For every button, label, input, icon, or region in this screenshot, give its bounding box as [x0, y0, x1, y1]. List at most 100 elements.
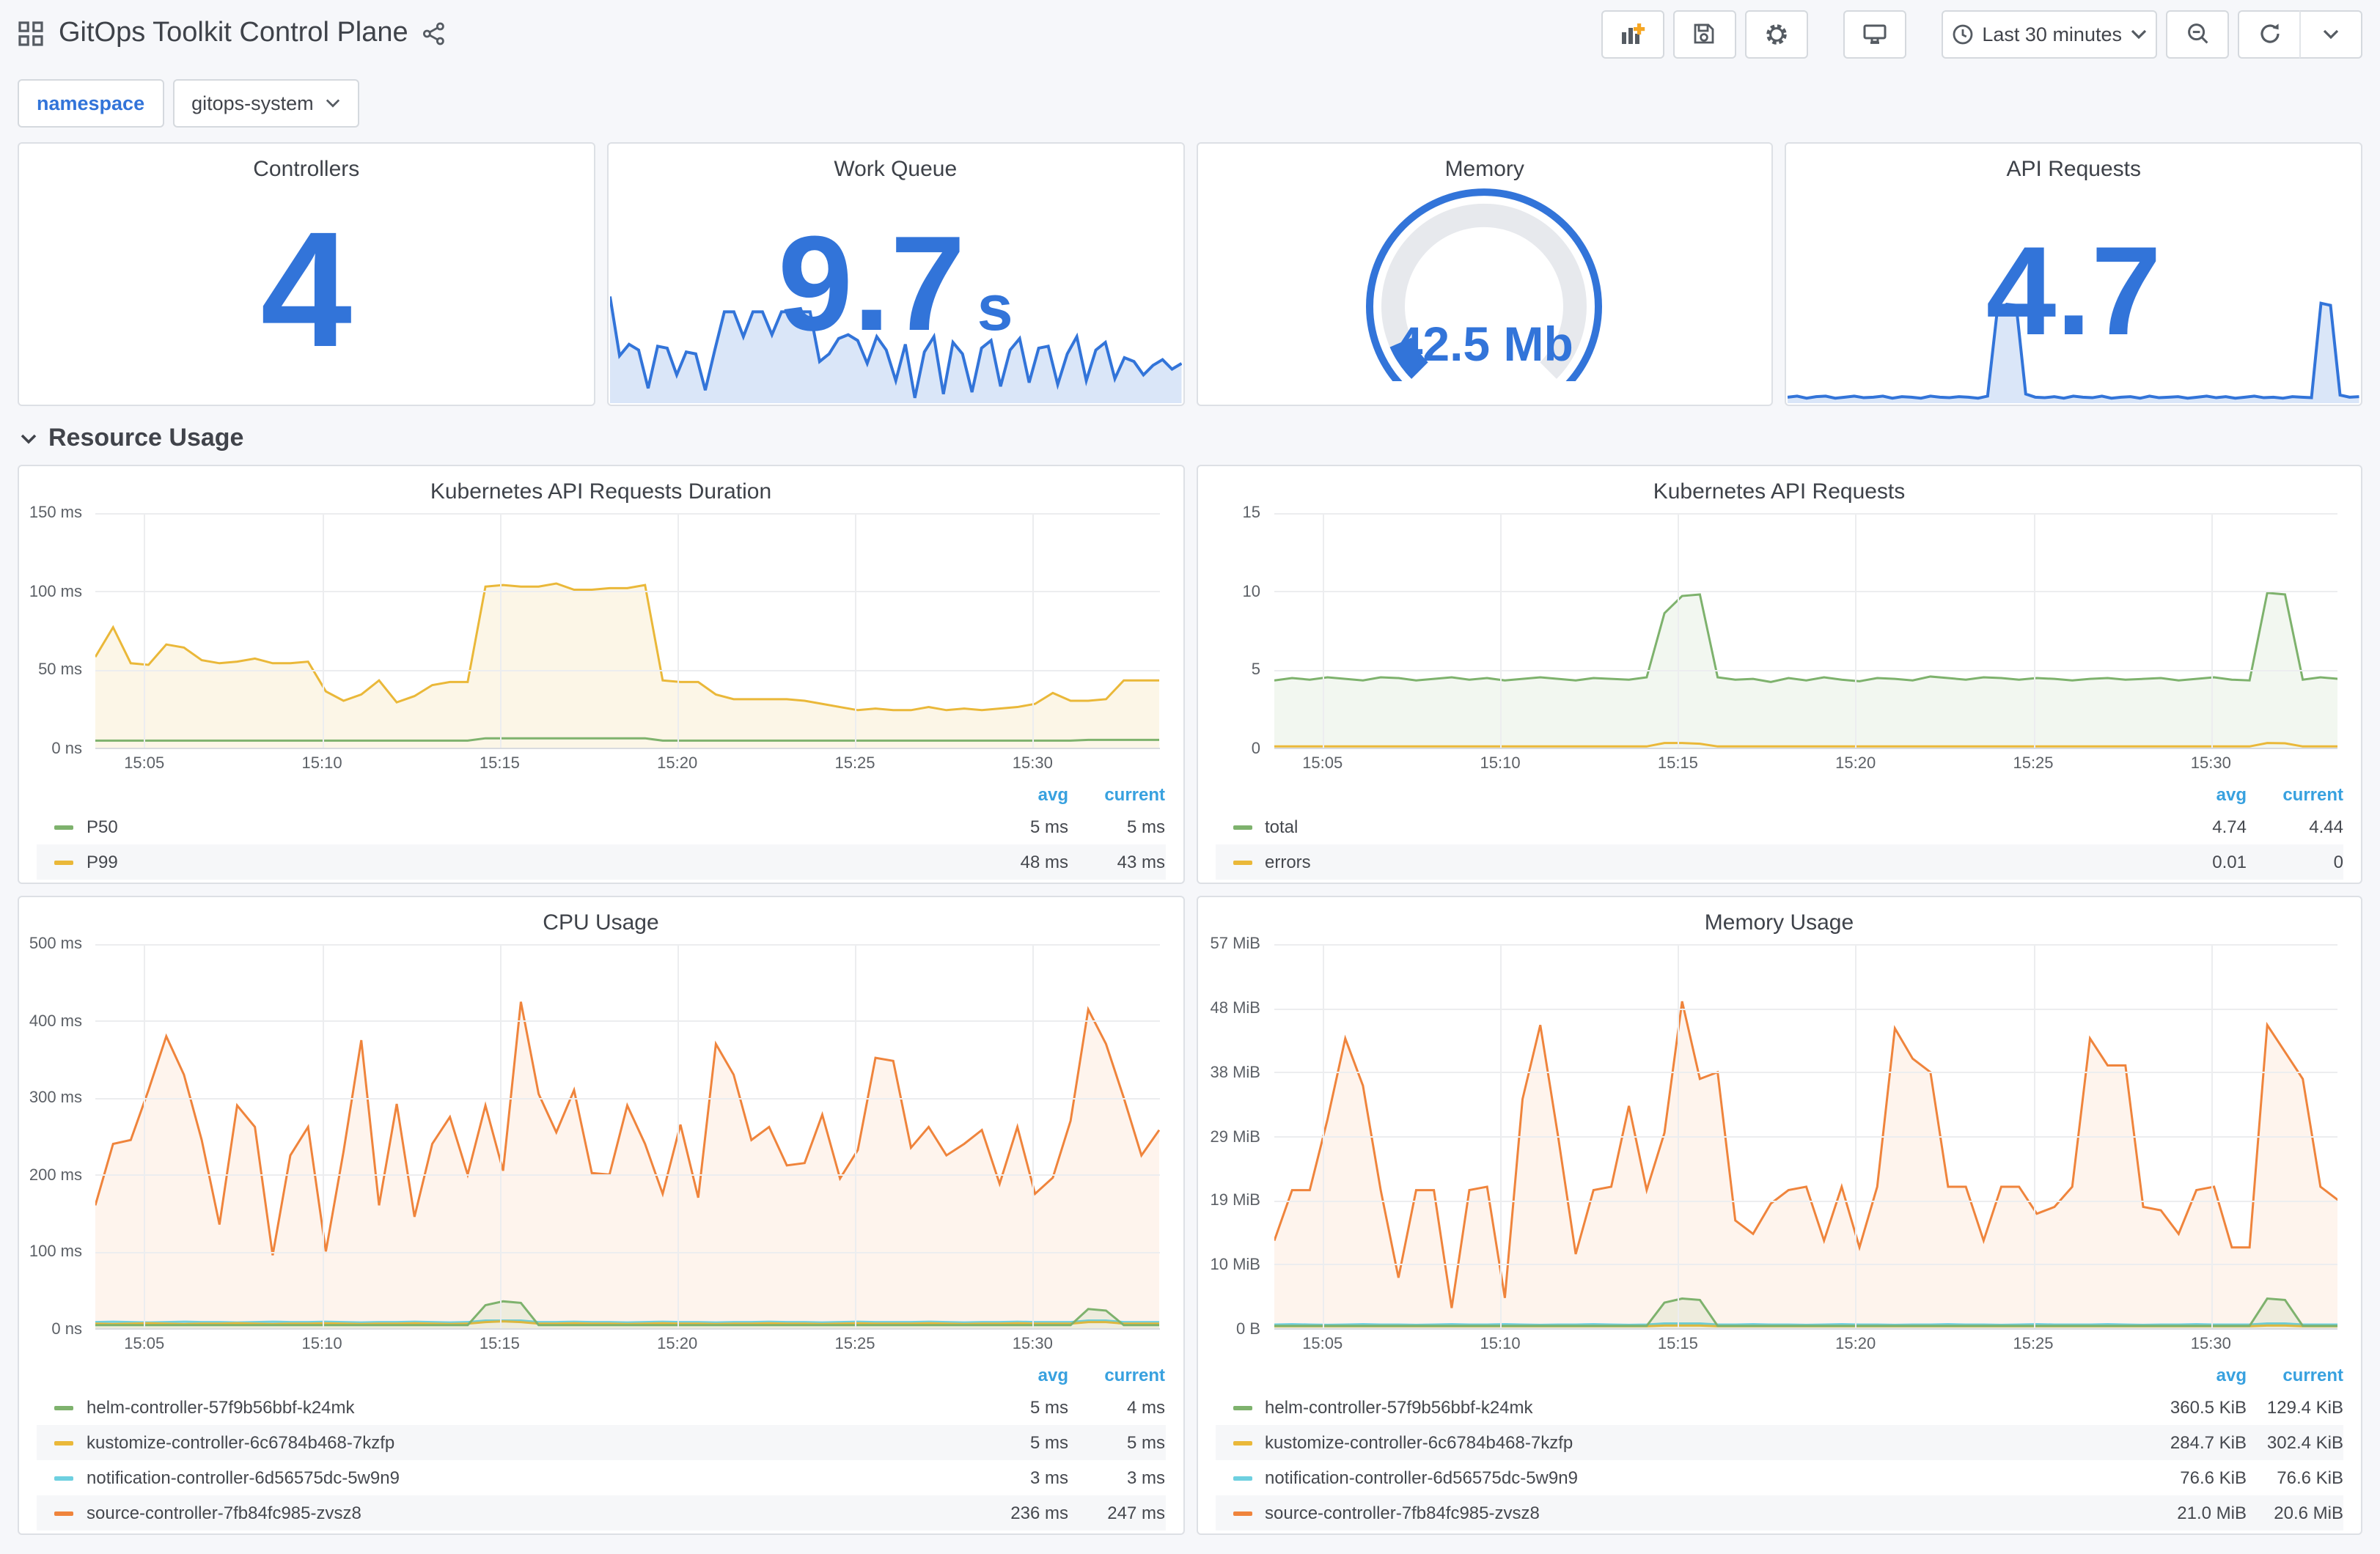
legend-avg-value: 21.0 MiB — [2177, 1503, 2247, 1523]
x-tick-label: 15:10 — [301, 755, 342, 773]
add-panel-button[interactable] — [1601, 10, 1664, 58]
legend-avg-value: 284.7 KiB — [2170, 1432, 2247, 1453]
legend-row: P99 48 ms 43 ms — [37, 844, 1165, 880]
legend-row: source-controller-7fb84fc985-zvsz8 21.0 M… — [1215, 1495, 2343, 1531]
legend-col-avg[interactable]: avg — [2150, 784, 2247, 805]
legend-series-label[interactable]: kustomize-controller-6c6784b468-7kzfp — [1265, 1432, 2150, 1453]
y-tick-label: 5 — [1251, 661, 1260, 680]
legend-avg-value: 3 ms — [1029, 1468, 1068, 1488]
legend-avg-value: 48 ms — [1020, 852, 1068, 872]
legend-series-label[interactable]: notification-controller-6d56575dc-5w9n9 — [87, 1468, 972, 1488]
panel-title[interactable]: Kubernetes API Requests — [1197, 466, 2361, 507]
panel-k8s-api-requests: Kubernetes API Requests 15 10 5 0 15:05 15:1… — [1196, 465, 2362, 884]
legend-series-label[interactable]: source-controller-7fb84fc985-zvsz8 — [1265, 1503, 2150, 1523]
legend-series-label[interactable]: notification-controller-6d56575dc-5w9n9 — [1265, 1468, 2150, 1488]
panel-title[interactable]: CPU Usage — [19, 897, 1183, 938]
legend-col-current[interactable]: current — [1068, 784, 1165, 805]
x-tick-label: 15:05 — [1302, 1336, 1343, 1353]
legend-series-label[interactable]: source-controller-7fb84fc985-zvsz8 — [87, 1503, 972, 1523]
y-axis: 500 ms 400 ms 300 ms 200 ms 100 ms 0 ns — [19, 935, 95, 1338]
plot-area[interactable] — [1274, 944, 2337, 1330]
y-tick-label: 200 ms — [29, 1166, 82, 1185]
panel-title[interactable]: Kubernetes API Requests Duration — [19, 466, 1183, 507]
panel-title[interactable]: Memory Usage — [1197, 897, 2361, 938]
chevron-down-icon — [2323, 29, 2339, 39]
legend-series-label[interactable]: helm-controller-57f9b56bbf-k24mk — [87, 1397, 972, 1418]
refresh-interval-dropdown[interactable] — [2299, 10, 2362, 58]
legend-col-avg[interactable]: avg — [2150, 1365, 2247, 1385]
panel-title[interactable]: Work Queue — [609, 144, 1183, 185]
x-tick-label: 15:15 — [1657, 1336, 1698, 1353]
x-tick-label: 15:30 — [1012, 755, 1053, 773]
x-tick-label: 15:15 — [1657, 755, 1698, 773]
x-tick-label: 15:20 — [657, 1336, 698, 1353]
legend-header: avg current — [1215, 1360, 2343, 1390]
legend-row: notification-controller-6d56575dc-5w9n9 3… — [37, 1460, 1165, 1495]
x-tick-label: 15:20 — [1835, 755, 1876, 773]
x-tick-label: 15:05 — [124, 755, 165, 773]
panel-title[interactable]: API Requests — [1787, 144, 2362, 185]
legend-series-label[interactable]: P99 — [87, 852, 972, 872]
api-requests-value: 4.7 — [1986, 221, 2162, 363]
legend-current-value: 129.4 KiB — [2266, 1397, 2343, 1418]
chevron-down-icon — [21, 433, 37, 443]
legend-current-value: 76.6 KiB — [2277, 1468, 2343, 1488]
y-axis: 57 MiB 48 MiB 38 MiB 29 MiB 19 MiB 10 MiB 0 B — [1197, 935, 1274, 1338]
x-tick-label: 15:05 — [124, 1336, 165, 1353]
panel-controllers: Controllers 4 — [18, 142, 595, 406]
y-tick-label: 100 ms — [29, 1243, 82, 1262]
y-tick-label: 400 ms — [29, 1012, 82, 1031]
save-icon — [1694, 23, 1714, 44]
x-tick-label: 15:10 — [1480, 755, 1521, 773]
row-resource-usage[interactable]: Resource Usage — [0, 406, 2380, 465]
variable-namespace-select[interactable]: gitops-system — [172, 79, 359, 128]
refresh-button[interactable] — [2238, 10, 2299, 58]
legend-col-avg[interactable]: avg — [972, 784, 1068, 805]
legend-series-label[interactable]: kustomize-controller-6c6784b468-7kzfp — [87, 1432, 972, 1453]
legend-col-current[interactable]: current — [2247, 784, 2343, 805]
legend-series-label[interactable]: helm-controller-57f9b56bbf-k24mk — [1265, 1397, 2150, 1418]
variable-namespace-label: namespace — [18, 79, 164, 128]
legend: avg current total 4.74 4.44 errors 0.01 0 — [1197, 777, 2361, 883]
x-tick-label: 15:20 — [657, 755, 698, 773]
y-tick-label: 10 — [1242, 583, 1261, 601]
save-dashboard-button[interactable] — [1672, 10, 1736, 58]
legend-row: kustomize-controller-6c6784b468-7kzfp 5 m… — [37, 1425, 1165, 1460]
panel-title[interactable]: Controllers — [19, 144, 594, 185]
share-icon[interactable] — [423, 22, 447, 45]
legend-row: kustomize-controller-6c6784b468-7kzfp 284… — [1215, 1425, 2343, 1460]
series-color-dash — [1233, 825, 1252, 829]
work-queue-value: 9.7 — [777, 210, 966, 360]
legend-col-current[interactable]: current — [2247, 1365, 2343, 1385]
series-color-dash — [1233, 1405, 1252, 1410]
panel-work-queue: Work Queue 9.7 s — [606, 142, 1184, 406]
legend-current-value: 247 ms — [1107, 1503, 1165, 1523]
time-range-picker[interactable]: Last 30 minutes — [1941, 10, 2157, 58]
legend-row: notification-controller-6d56575dc-5w9n9 7… — [1215, 1460, 2343, 1495]
refresh-icon — [2260, 23, 2279, 43]
dashboard-settings-button[interactable] — [1744, 10, 1808, 58]
x-axis: 15:05 15:10 15:15 15:20 15:25 15:30 — [95, 749, 1159, 777]
legend-series-label[interactable]: total — [1265, 817, 2150, 837]
legend-series-label[interactable]: P50 — [87, 817, 972, 837]
legend-series-label[interactable]: errors — [1265, 852, 2150, 872]
x-axis: 15:05 15:10 15:15 15:20 15:25 15:30 — [1274, 1330, 2337, 1358]
plot-area[interactable] — [95, 513, 1159, 749]
legend-row: errors 0.01 0 — [1215, 844, 2343, 880]
x-tick-label: 15:30 — [1012, 1336, 1053, 1353]
variables-bar: namespace gitops-system — [0, 67, 2380, 142]
memory-gauge-value: 42.5 Mb — [1395, 317, 1573, 371]
legend-col-avg[interactable]: avg — [972, 1365, 1068, 1385]
plot-area[interactable] — [95, 944, 1159, 1330]
x-axis: 15:05 15:10 15:15 15:20 15:25 15:30 — [1274, 749, 2337, 777]
y-tick-label: 50 ms — [38, 661, 82, 680]
y-tick-label: 29 MiB — [1210, 1128, 1261, 1146]
cycle-view-mode-button[interactable] — [1843, 10, 1906, 58]
zoom-out-button[interactable] — [2166, 10, 2229, 58]
panel-cpu-usage: CPU Usage 500 ms 400 ms 300 ms 200 ms 100 ms… — [18, 896, 1184, 1535]
legend-col-current[interactable]: current — [1068, 1365, 1165, 1385]
panel-title[interactable]: Memory — [1197, 144, 1772, 185]
plot-area[interactable] — [1274, 513, 2337, 749]
x-tick-label: 15:25 — [2013, 755, 2054, 773]
y-tick-label: 19 MiB — [1210, 1192, 1261, 1210]
